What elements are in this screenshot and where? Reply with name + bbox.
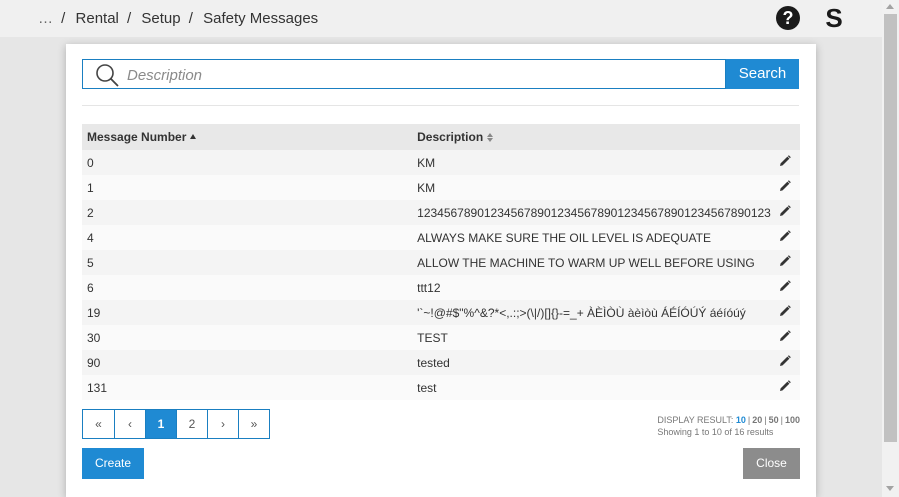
page-size-100[interactable]: 100	[785, 415, 800, 425]
message-number-cell: 6	[87, 280, 94, 295]
edit-button[interactable]	[771, 325, 800, 350]
display-result: DISPLAY RESULT: 10 | 20 | 50 | 100 Showing 1 t…	[657, 415, 800, 437]
help-icon[interactable]: ?	[776, 6, 800, 30]
column-header-description[interactable]: Description	[412, 124, 771, 150]
edit-button[interactable]	[771, 375, 800, 400]
table-row[interactable]: 131 test	[82, 375, 800, 400]
breadcrumb: … / Rental / Setup / Safety Messages	[38, 10, 318, 27]
table-row[interactable]: 19 '`~!@#$"%^&?*<,.:;>(\|/)[]{}-=_+ ÀÈÌÒÙ…	[82, 300, 800, 325]
message-number-cell: 131	[87, 380, 108, 395]
pencil-icon	[780, 305, 792, 316]
display-result-label: DISPLAY RESULT:	[657, 415, 734, 425]
breadcrumb-item-safety-messages: Safety Messages	[203, 10, 319, 27]
pencil-icon	[780, 330, 792, 341]
search-bar: Search	[82, 59, 799, 89]
search-input[interactable]	[127, 64, 717, 86]
table-row[interactable]: 1 KM	[82, 175, 800, 200]
edit-button[interactable]	[771, 150, 800, 175]
pencil-icon	[780, 230, 792, 241]
close-button[interactable]: Close	[743, 448, 800, 479]
description-cell: ALWAYS MAKE SURE THE OIL LEVEL IS ADEQUA…	[417, 230, 712, 245]
search-box	[82, 59, 726, 89]
edit-button[interactable]	[771, 200, 800, 225]
sort-asc-icon	[190, 134, 197, 139]
create-button[interactable]: Create	[82, 448, 144, 479]
breadcrumb-ellipsis[interactable]: …	[38, 10, 53, 27]
search-icon	[96, 64, 119, 87]
message-number-cell: 90	[87, 355, 101, 370]
pagination-prev[interactable]: ‹	[114, 410, 145, 438]
pencil-icon	[780, 280, 792, 291]
edit-button[interactable]	[771, 275, 800, 300]
message-number-cell: 2	[87, 205, 94, 220]
message-number-cell: 5	[87, 255, 94, 270]
pagination-page-2[interactable]: 2	[176, 410, 207, 438]
app-s-icon[interactable]: S	[822, 4, 846, 32]
description-cell: KM	[417, 155, 436, 170]
description-cell: '`~!@#$"%^&?*<,.:;>(\|/)[]{}-=_+ ÀÈÌÒÙ à…	[417, 305, 746, 320]
pagination: « ‹ 1 2 › »	[82, 409, 270, 439]
description-cell: 1234567890123456789012345678901234567890…	[417, 205, 771, 220]
edit-button[interactable]	[771, 225, 800, 250]
breadcrumb-separator: /	[127, 10, 132, 27]
safety-messages-table: Message Number Description 0 KM 1 KM 2 123456…	[82, 124, 800, 400]
scrollbar-thumb[interactable]	[884, 14, 897, 442]
pagination-last[interactable]: »	[238, 410, 269, 438]
description-cell: ttt12	[417, 280, 441, 295]
table-row[interactable]: 90 tested	[82, 350, 800, 375]
results-summary: Showing 1 to 10 of 16 results	[657, 427, 774, 437]
page-scrollbar[interactable]	[882, 0, 899, 497]
pencil-icon	[780, 155, 792, 166]
page-size-50[interactable]: 50	[769, 415, 779, 425]
safety-messages-dialog: Search Message Number Description 0 KM 1 KM…	[66, 44, 816, 497]
edit-button[interactable]	[771, 350, 800, 375]
table-row[interactable]: 2 123456789012345678901234567890123456789…	[82, 200, 800, 225]
description-cell: TEST	[417, 330, 448, 345]
pencil-icon	[780, 380, 792, 391]
breadcrumb-separator: /	[61, 10, 66, 27]
pagination-next[interactable]: ›	[207, 410, 238, 438]
top-bar: … / Rental / Setup / Safety Messages ? S	[0, 0, 882, 37]
edit-button[interactable]	[771, 300, 800, 325]
sort-icon	[487, 133, 494, 142]
page-size-20[interactable]: 20	[752, 415, 762, 425]
pencil-icon	[780, 255, 792, 266]
scroll-up-icon[interactable]	[886, 4, 894, 9]
column-header-actions	[771, 124, 800, 150]
description-cell: test	[417, 380, 437, 395]
message-number-cell: 0	[87, 155, 94, 170]
table-row[interactable]: 30 TEST	[82, 325, 800, 350]
table-row[interactable]: 0 KM	[82, 150, 800, 175]
breadcrumb-separator: /	[188, 10, 193, 27]
column-header-message-number[interactable]: Message Number	[82, 124, 412, 150]
table-row[interactable]: 4 ALWAYS MAKE SURE THE OIL LEVEL IS ADEQU…	[82, 225, 800, 250]
pagination-first[interactable]: «	[83, 410, 114, 438]
description-cell: ALLOW THE MACHINE TO WARM UP WELL BEFORE…	[417, 255, 755, 270]
description-cell: tested	[417, 355, 450, 370]
search-button[interactable]: Search	[726, 59, 799, 89]
message-number-cell: 1	[87, 180, 94, 195]
description-cell: KM	[417, 180, 436, 195]
page-size-10[interactable]: 10	[736, 415, 746, 425]
breadcrumb-item-setup[interactable]: Setup	[141, 10, 180, 27]
edit-button[interactable]	[771, 250, 800, 275]
column-header-label: Message Number	[87, 130, 187, 144]
divider	[82, 105, 799, 106]
pencil-icon	[780, 180, 792, 191]
column-header-label: Description	[417, 130, 484, 144]
message-number-cell: 4	[87, 230, 94, 245]
pagination-page-1[interactable]: 1	[145, 410, 176, 438]
pencil-icon	[780, 355, 792, 366]
breadcrumb-item-rental[interactable]: Rental	[76, 10, 119, 27]
message-number-cell: 30	[87, 330, 101, 345]
pencil-icon	[780, 205, 792, 216]
table-row[interactable]: 5 ALLOW THE MACHINE TO WARM UP WELL BEFOR…	[82, 250, 800, 275]
edit-button[interactable]	[771, 175, 800, 200]
message-number-cell: 19	[87, 305, 101, 320]
scroll-down-icon[interactable]	[886, 486, 894, 491]
table-row[interactable]: 6 ttt12	[82, 275, 800, 300]
table-header-row: Message Number Description	[82, 124, 800, 150]
